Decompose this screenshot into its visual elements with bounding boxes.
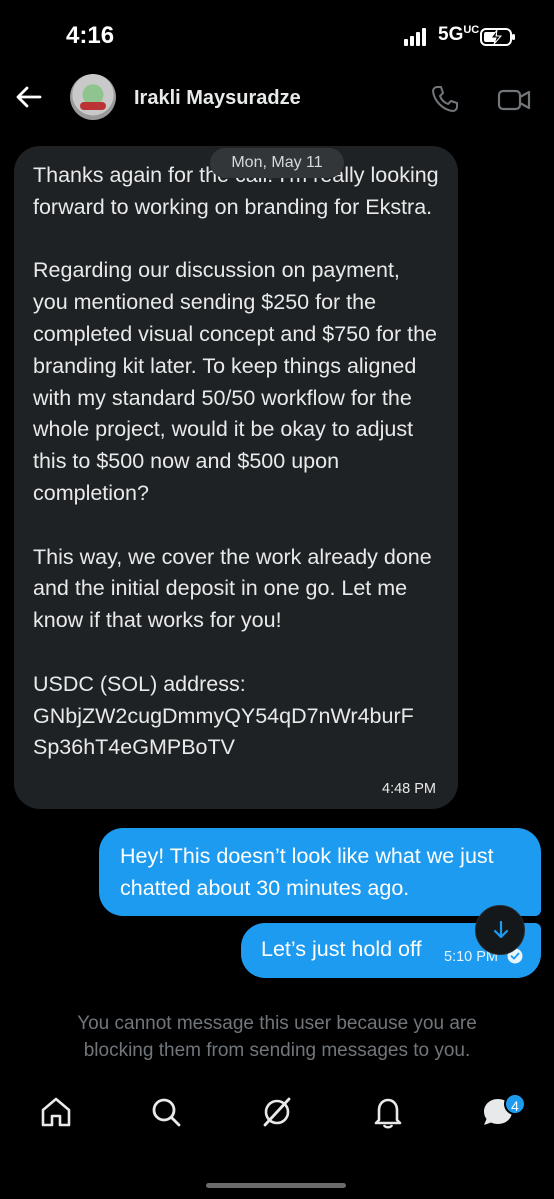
phone-icon[interactable] [430,84,460,114]
messages-badge: 4 [504,1093,526,1115]
message-text: Thanks again for the call! I'm really lo… [33,163,439,760]
status-time: 4:16 [66,22,115,49]
back-arrow-icon[interactable] [14,82,44,112]
conversation-header: Irakli Maysuradze [0,70,554,130]
bottom-navigation [0,1080,554,1150]
home-indicator[interactable] [206,1183,346,1188]
network-suffix: UC [463,24,480,36]
received-message[interactable]: Thanks again for the call! I'm really lo… [14,146,458,809]
status-bar: 4:16 5GUC [0,0,554,70]
video-icon[interactable] [497,86,531,114]
network-label: 5G [438,24,464,45]
home-icon[interactable] [38,1094,74,1130]
arrow-down-icon [493,920,509,939]
cellular-signal-icon [404,28,430,46]
blocked-notice: You cannot message this user because you… [77,1013,477,1061]
grok-icon[interactable] [259,1094,295,1130]
scroll-to-bottom-button[interactable] [475,905,525,955]
network-type: 5GUC [438,24,479,46]
message-text: Hey! This doesn’t look like what we just… [120,844,494,900]
message-timestamp: 4:48 PM [382,781,436,797]
contact-name[interactable]: Irakli Maysuradze [134,87,301,110]
battery-charging-icon [480,28,515,46]
avatar[interactable] [70,74,116,120]
search-icon[interactable] [148,1094,184,1130]
date-separator: Mon, May 11 [210,148,344,178]
sent-message[interactable]: Hey! This doesn’t look like what we just… [99,828,541,916]
notifications-icon[interactable] [370,1094,406,1130]
